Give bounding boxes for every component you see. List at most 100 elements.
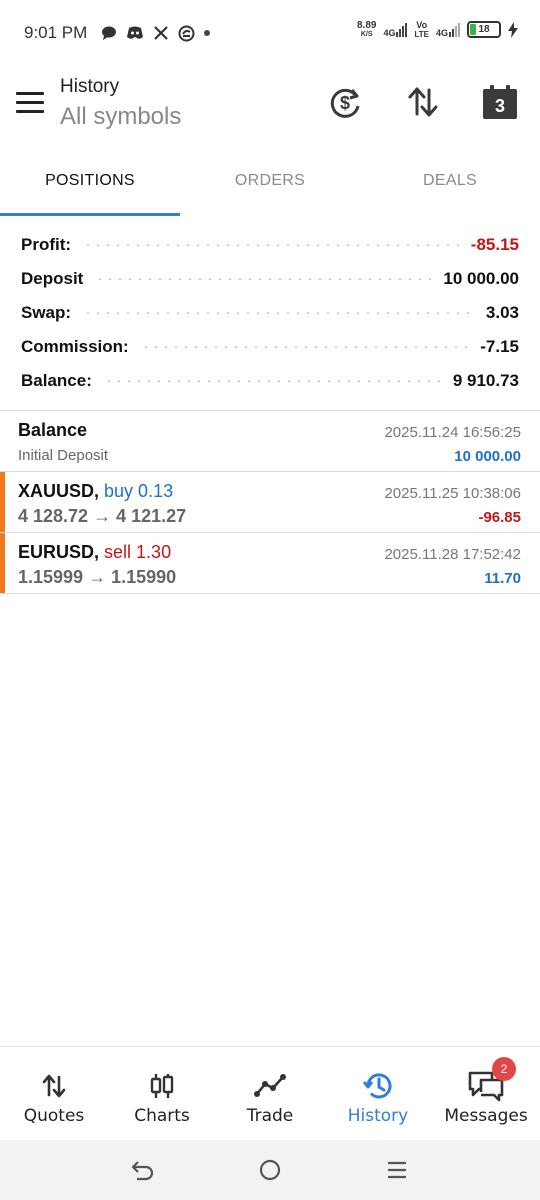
hamburger-menu-icon[interactable]	[16, 92, 44, 114]
row-detail: Initial Deposit	[18, 447, 109, 464]
summary-value: 10 000.00	[443, 269, 519, 288]
nav-quotes[interactable]: Quotes	[0, 1047, 108, 1140]
history-row-position[interactable]: XAUUSD, buy 0.13 4 128.72 → 4 121.27 202…	[0, 472, 540, 533]
status-bar: 9:01 PM 8.89 K/S 4G Vo LTE 4G 18	[0, 0, 540, 66]
bottom-navigation: Quotes Charts Trade History 2 Messages	[0, 1046, 540, 1140]
dotted-leader	[83, 312, 474, 314]
system-back-button[interactable]	[123, 1150, 163, 1190]
page-title: History	[60, 76, 120, 97]
system-recents-button[interactable]	[377, 1150, 417, 1190]
row-datetime: 2025.11.24 16:56:25	[384, 424, 521, 441]
row-side-volume: sell 1.30	[104, 542, 172, 562]
sim1-signal: 4G	[383, 22, 408, 38]
dotted-leader	[103, 380, 441, 382]
dotted-leader	[140, 346, 469, 348]
row-title: EURUSD, sell 1.30	[18, 542, 171, 563]
history-clock-icon	[362, 1071, 394, 1101]
row-symbol: Balance	[18, 420, 88, 440]
nav-label: Charts	[134, 1106, 190, 1126]
row-profit: 11.70	[484, 570, 521, 587]
system-navigation-bar	[0, 1140, 540, 1200]
home-circle-icon	[259, 1159, 281, 1181]
summary-row-balance: Balance: 9 910.73	[21, 364, 519, 398]
trade-line-icon	[254, 1071, 286, 1101]
symbol-filter[interactable]: All symbols	[60, 103, 181, 131]
sim2-signal: 4G	[435, 22, 460, 38]
summary-label: Profit:	[21, 235, 72, 254]
row-datetime: 2025.11.28 17:52:42	[384, 546, 521, 563]
network-speed-value: 8.89	[356, 20, 377, 31]
svg-text:$: $	[340, 93, 350, 113]
summary-row-commission: Commission: -7.15	[21, 330, 519, 364]
more-notifications-dot	[204, 30, 211, 36]
history-list: Balance Initial Deposit 2025.11.24 16:56…	[0, 411, 540, 594]
candlestick-icon	[148, 1071, 176, 1101]
volte-indicator: Vo LTE	[414, 20, 429, 39]
history-row-balance[interactable]: Balance Initial Deposit 2025.11.24 16:56…	[0, 411, 540, 472]
row-price-change: 1.15999 → 1.15990	[18, 567, 177, 587]
sync-circle-icon	[178, 25, 195, 41]
x-logo-icon	[154, 26, 169, 40]
summary-value: -7.15	[480, 337, 519, 356]
status-time: 9:01 PM	[24, 23, 88, 42]
network-speed-unit: K/S	[360, 31, 373, 38]
currency-refresh-icon: $	[330, 88, 360, 118]
nav-trade[interactable]: Trade	[216, 1047, 324, 1140]
nav-history[interactable]: History	[324, 1047, 432, 1140]
unread-badge: 2	[492, 1057, 516, 1081]
signal-bars-icon	[449, 22, 460, 37]
row-datetime: 2025.11.25 10:38:06	[384, 485, 521, 502]
sim2-network-type: 4G	[435, 27, 448, 38]
nav-label: Messages	[444, 1106, 528, 1126]
nav-label: Trade	[246, 1106, 294, 1126]
tab-orders[interactable]: ORDERS	[180, 146, 360, 216]
tab-deals[interactable]: DEALS	[360, 146, 540, 216]
battery-icon: 18	[467, 21, 501, 38]
summary-label: Commission:	[21, 337, 129, 356]
volte-top: Vo	[416, 20, 428, 30]
nav-messages[interactable]: 2 Messages	[432, 1047, 540, 1140]
row-profit: -96.85	[478, 509, 521, 526]
back-icon	[132, 1161, 154, 1181]
summary-row-profit: Profit: -85.15	[21, 228, 519, 262]
status-indicators: 8.89 K/S 4G Vo LTE 4G 18	[357, 20, 518, 39]
summary-label: Deposit	[21, 269, 84, 288]
position-marker	[0, 472, 5, 532]
sim1-network-type: 4G	[383, 27, 396, 38]
row-title: XAUUSD, buy 0.13	[18, 481, 173, 502]
recents-icon	[387, 1161, 406, 1179]
history-tabs: POSITIONS ORDERS DEALS	[0, 146, 540, 216]
discord-icon	[127, 26, 144, 39]
system-home-button[interactable]	[250, 1150, 290, 1190]
sort-button[interactable]	[403, 82, 443, 122]
chat-bubble-icon	[102, 26, 117, 40]
history-row-position[interactable]: EURUSD, sell 1.30 1.15999 → 1.15990 2025…	[0, 533, 540, 594]
row-amount: 10 000.00	[454, 448, 521, 465]
row-side-volume: buy 0.13	[104, 481, 174, 501]
network-speed: 8.89 K/S	[357, 20, 376, 39]
summary-value: 3.03	[485, 303, 519, 322]
notification-icons	[101, 25, 211, 42]
summary-row-swap: Swap: 3.03	[21, 296, 519, 330]
calendar-period-button[interactable]: 3	[480, 82, 520, 122]
dotted-leader	[95, 278, 432, 280]
charging-bolt-icon	[508, 21, 518, 38]
position-marker	[0, 533, 5, 593]
battery-level	[470, 24, 476, 35]
summary-row-deposit: Deposit 10 000.00	[21, 262, 519, 296]
summary-label: Swap:	[21, 303, 72, 322]
sort-arrows-icon	[408, 87, 438, 117]
summary-value: -85.15	[470, 235, 519, 254]
account-summary: Profit: -85.15 Deposit 10 000.00 Swap: 3…	[0, 228, 540, 398]
app-header: History All symbols $ 3	[0, 66, 540, 146]
battery-percent: 18	[478, 24, 490, 35]
calendar-day: 3	[494, 96, 505, 116]
row-price-change: 4 128.72 → 4 121.27	[18, 506, 187, 526]
tab-positions[interactable]: POSITIONS	[0, 146, 180, 216]
nav-label: History	[347, 1106, 409, 1126]
currency-refresh-button[interactable]: $	[325, 82, 365, 122]
nav-charts[interactable]: Charts	[108, 1047, 216, 1140]
signal-bars-icon	[396, 22, 408, 37]
dotted-leader	[83, 244, 459, 246]
row-symbol: EURUSD,	[18, 542, 100, 562]
